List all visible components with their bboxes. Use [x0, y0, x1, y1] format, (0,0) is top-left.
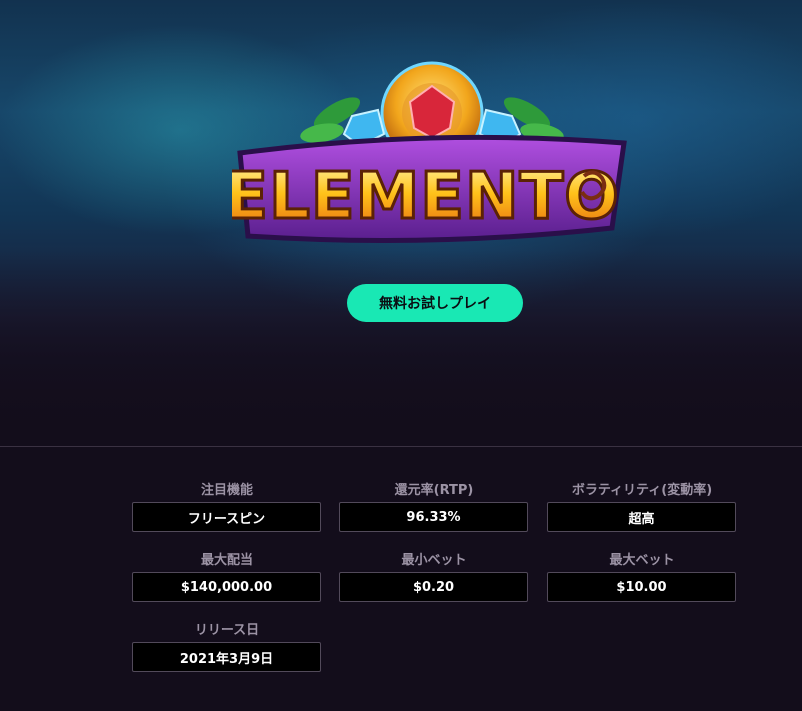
game-logo-text: ELEMENTO: [232, 160, 620, 234]
release-date-label: リリース日: [194, 623, 260, 638]
volatility-value: 超高: [547, 502, 736, 532]
min-bet-value: $0.20: [339, 572, 528, 602]
free-play-button[interactable]: 無料お試しプレイ: [347, 284, 523, 322]
max-win-value: $140,000.00: [132, 572, 321, 602]
game-logo: ELEMENTO: [232, 61, 627, 243]
section-divider: [0, 446, 802, 447]
rtp-label: 還元率(RTP): [394, 483, 474, 498]
max-bet-value: $10.00: [547, 572, 736, 602]
max-bet-label: 最大ベット: [609, 553, 675, 568]
max-win-label: 最大配当: [200, 553, 253, 568]
featured-feature-value: フリースピン: [132, 502, 321, 532]
hero-fade: [0, 250, 802, 446]
rtp-value: 96.33%: [339, 502, 528, 532]
min-bet-label: 最小ベット: [401, 553, 467, 568]
volatility-label: ボラティリティ(変動率): [571, 483, 713, 498]
featured-feature-label: 注目機能: [200, 483, 253, 498]
release-date-value: 2021年3月9日: [132, 642, 321, 672]
